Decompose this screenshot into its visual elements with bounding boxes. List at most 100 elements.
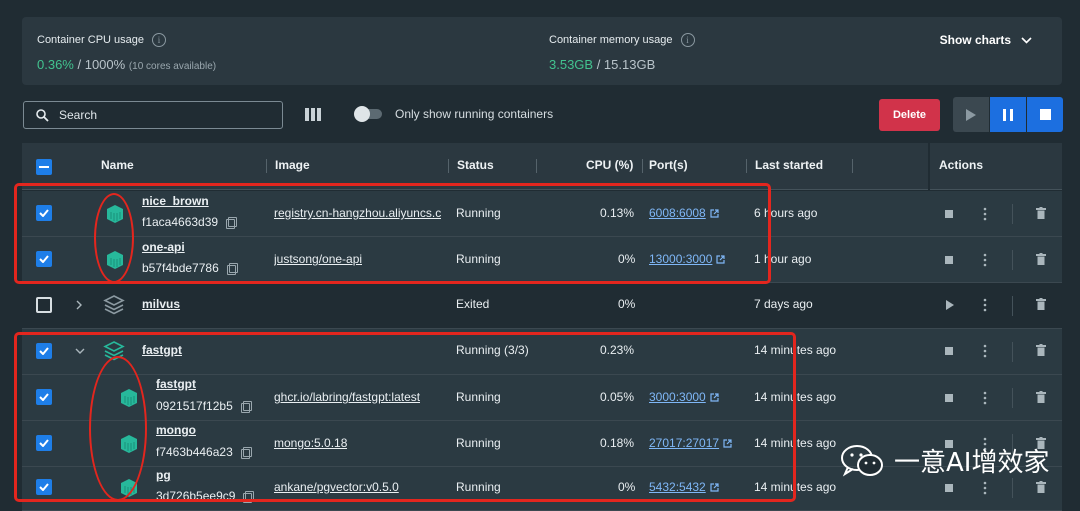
copy-icon[interactable] — [226, 263, 238, 275]
trash-icon[interactable] — [1036, 391, 1046, 403]
table-row[interactable]: fastgpt Running (3/3) 0.23% 14 minutes a… — [22, 329, 1062, 375]
start-button[interactable] — [953, 97, 989, 132]
external-link-icon[interactable] — [710, 483, 719, 492]
more-options-icon[interactable] — [983, 298, 987, 312]
external-link-icon[interactable] — [710, 393, 719, 402]
port-link[interactable]: 6008:6008 — [649, 206, 706, 220]
last-started-text: 14 minutes ago — [754, 480, 837, 494]
stop-icon[interactable] — [945, 256, 953, 264]
row-checkbox[interactable] — [36, 205, 52, 221]
trash-icon[interactable] — [1036, 481, 1046, 493]
column-divider — [746, 159, 747, 173]
columns-icon[interactable] — [305, 108, 321, 121]
show-charts-button[interactable]: Show charts — [940, 33, 1032, 47]
stop-button[interactable] — [1027, 97, 1063, 132]
status-text: Running — [456, 480, 501, 494]
table-row[interactable]: one-api b57f4bde7786 justsong/one-api Ru… — [22, 237, 1062, 283]
port-link[interactable]: 27017:27017 — [649, 436, 719, 450]
copy-icon[interactable] — [226, 217, 238, 229]
column-header-status[interactable]: Status — [457, 158, 494, 172]
actions-header: Actions — [930, 143, 1062, 190]
image-link[interactable]: ankane/pgvector:v0.5.0 — [274, 480, 399, 494]
row-checkbox[interactable] — [36, 251, 52, 267]
select-all-checkbox[interactable] — [36, 159, 52, 175]
info-icon[interactable]: i — [152, 33, 167, 47]
play-icon[interactable] — [946, 300, 954, 310]
column-divider — [266, 159, 267, 173]
trash-icon[interactable] — [1036, 344, 1046, 356]
external-link-icon[interactable] — [716, 255, 726, 264]
stack-name-link[interactable]: milvus — [142, 297, 180, 311]
container-icon — [107, 205, 123, 223]
wechat-icon — [841, 444, 883, 477]
more-options-icon[interactable] — [983, 253, 987, 267]
external-link-icon[interactable] — [723, 439, 732, 448]
container-name-link[interactable]: one-api — [142, 240, 185, 254]
image-link[interactable]: registry.cn-hangzhou.aliyuncs.c — [274, 206, 441, 220]
port-link[interactable]: 5432:5432 — [649, 480, 706, 494]
table-header: Name Image Status CPU (%) Port(s) Last s… — [22, 143, 928, 190]
more-options-icon[interactable] — [983, 391, 987, 405]
stop-icon[interactable] — [945, 484, 953, 492]
copy-icon[interactable] — [240, 401, 252, 413]
status-text: Exited — [456, 297, 490, 311]
more-options-icon[interactable] — [983, 481, 987, 495]
trash-icon[interactable] — [1036, 253, 1046, 265]
stop-icon[interactable] — [945, 347, 953, 355]
cpu-value: 0% — [618, 480, 636, 494]
stack-icon — [103, 295, 125, 315]
search-input[interactable] — [59, 108, 259, 122]
image-link[interactable]: ghcr.io/labring/fastgpt:latest — [274, 390, 420, 404]
chevron-right-icon[interactable] — [76, 300, 82, 310]
port-link[interactable]: 13000:3000 — [649, 252, 712, 266]
check-icon — [39, 393, 49, 401]
delete-button[interactable]: Delete — [879, 99, 940, 131]
table-row[interactable]: nice_brown f1aca4663d39 registry.cn-hang… — [22, 191, 1062, 237]
check-icon — [39, 439, 49, 447]
column-header-ports[interactable]: Port(s) — [649, 158, 688, 172]
more-options-icon[interactable] — [983, 207, 987, 221]
row-checkbox[interactable] — [36, 435, 52, 451]
search-field[interactable] — [23, 101, 283, 129]
row-checkbox[interactable] — [36, 297, 52, 313]
table-row[interactable]: milvus Exited 0% 7 days ago — [22, 283, 1062, 329]
trash-icon[interactable] — [1036, 207, 1046, 219]
memory-usage-value: 3.53GB / 15.13GB — [549, 57, 695, 72]
pause-button[interactable] — [990, 97, 1026, 132]
container-name-link[interactable]: nice_brown — [142, 194, 209, 208]
copy-icon[interactable] — [240, 447, 252, 459]
copy-icon[interactable] — [243, 491, 255, 503]
more-options-icon[interactable] — [983, 344, 987, 358]
play-icon — [966, 108, 976, 121]
column-header-image[interactable]: Image — [275, 158, 310, 172]
trash-icon[interactable] — [1036, 298, 1046, 310]
last-started-text: 14 minutes ago — [754, 390, 837, 404]
stop-icon[interactable] — [945, 210, 953, 218]
row-checkbox[interactable] — [36, 479, 52, 495]
container-name-link[interactable]: pg — [156, 468, 171, 482]
cpu-value: 0.18% — [600, 436, 635, 450]
cpu-value: 0% — [618, 252, 636, 266]
watermark-text: 一意AI增效家 — [894, 448, 1050, 478]
container-id: b57f4bde7786 — [142, 261, 219, 275]
column-divider — [642, 159, 643, 173]
column-header-cpu[interactable]: CPU (%) — [586, 158, 633, 172]
container-name-link[interactable]: fastgpt — [156, 377, 196, 391]
info-icon[interactable]: i — [680, 33, 695, 47]
cpu-cores-note: (10 cores available) — [128, 61, 217, 72]
stack-name-link[interactable]: fastgpt — [142, 343, 182, 357]
image-link[interactable]: mongo:5.0.18 — [274, 436, 347, 450]
image-link[interactable]: justsong/one-api — [274, 252, 362, 266]
external-link-icon[interactable] — [710, 209, 719, 218]
column-header-actions: Actions — [939, 158, 984, 172]
table-row[interactable]: fastgpt 0921517f12b5 ghcr.io/labring/fas… — [22, 375, 1062, 421]
column-header-name[interactable]: Name — [101, 158, 134, 172]
running-only-toggle[interactable] — [354, 106, 382, 122]
container-name-link[interactable]: mongo — [156, 423, 196, 437]
row-checkbox[interactable] — [36, 343, 52, 359]
chevron-down-icon[interactable] — [75, 348, 85, 354]
row-checkbox[interactable] — [36, 389, 52, 405]
column-header-last-started[interactable]: Last started — [755, 158, 823, 172]
stop-icon[interactable] — [945, 394, 953, 402]
port-link[interactable]: 3000:3000 — [649, 390, 706, 404]
